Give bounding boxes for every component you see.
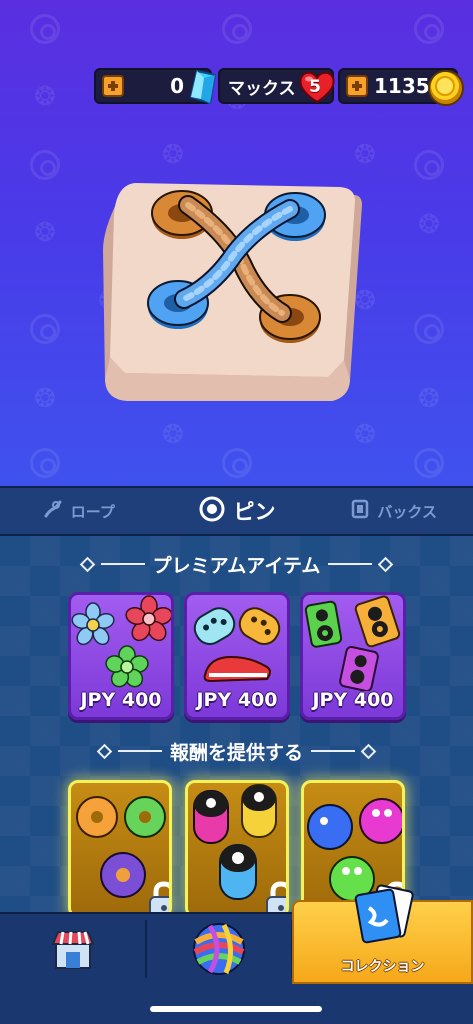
- nav-shop-button[interactable]: [0, 914, 146, 984]
- lock-icon: [264, 881, 286, 915]
- pin-icon: [198, 495, 226, 528]
- box-icon: [351, 499, 369, 523]
- pin-preview-area: ❂ ❂ ❂ ❂ ❂ ❂ ❂ ❂ ❂ ❂ ❂ ❂ 0 マックス: [0, 0, 473, 486]
- premium-price-3: JPY 400: [312, 689, 394, 711]
- gem-icon: [188, 69, 217, 105]
- tab-rope[interactable]: ロープ: [0, 499, 158, 523]
- gem-count: 0: [170, 74, 184, 98]
- reward-item-donuts[interactable]: [68, 780, 172, 916]
- gem-counter: 0: [94, 68, 217, 105]
- add-gems-button[interactable]: [102, 75, 124, 97]
- shop-content: プレミアムアイテム JPY 400 JPY 400 JPY 400 報酬を提供す…: [0, 536, 473, 916]
- lives-counter: マックス 5: [218, 68, 336, 104]
- tab-box-label: バックス: [377, 502, 437, 521]
- premium-title-text: プレミアムアイテム: [152, 554, 321, 577]
- speaker-pins-icon: [304, 595, 401, 692]
- lives-count: 5: [309, 77, 321, 97]
- premium-section-title: プレミアムアイテム: [0, 549, 473, 579]
- shoe-pins-icon: [193, 607, 281, 683]
- lives-label: マックス: [228, 78, 296, 99]
- tab-rope-label: ロープ: [70, 502, 115, 521]
- coin-count: 1135: [374, 74, 430, 98]
- nav-collection-button[interactable]: コレクション: [292, 884, 473, 984]
- premium-item-shoes[interactable]: JPY 400: [184, 592, 290, 720]
- flower-pins-icon: [71, 595, 171, 688]
- tab-pin[interactable]: ピン: [158, 495, 316, 528]
- nav-collection-label: コレクション: [340, 959, 425, 975]
- tab-box[interactable]: バックス: [315, 499, 473, 523]
- premium-price-1: JPY 400: [80, 689, 162, 711]
- coin-counter: 1135: [338, 68, 464, 106]
- reward-item-capsules[interactable]: [185, 780, 289, 916]
- category-tabs: ロープ ピン バックス: [0, 486, 473, 536]
- tab-pin-label: ピン: [233, 500, 276, 524]
- lock-icon: [147, 881, 169, 915]
- home-indicator: [150, 1006, 322, 1012]
- pin-board-preview: [100, 175, 370, 420]
- yarn-ball-icon: [193, 923, 245, 975]
- reward-section-title: 報酬を提供する: [0, 736, 473, 766]
- shop-icon: [51, 931, 95, 969]
- nav-play-button[interactable]: [146, 914, 292, 984]
- coin-icon: [426, 67, 466, 111]
- reward-title-text: 報酬を提供する: [169, 741, 303, 764]
- premium-item-speakers[interactable]: JPY 400: [300, 592, 406, 720]
- collection-cards-icon: [354, 884, 414, 944]
- add-coins-button[interactable]: [346, 75, 368, 97]
- rope-icon: [43, 499, 63, 523]
- premium-price-2: JPY 400: [196, 689, 278, 711]
- heart-icon: 5: [298, 70, 336, 104]
- premium-item-flowers[interactable]: JPY 400: [68, 592, 174, 720]
